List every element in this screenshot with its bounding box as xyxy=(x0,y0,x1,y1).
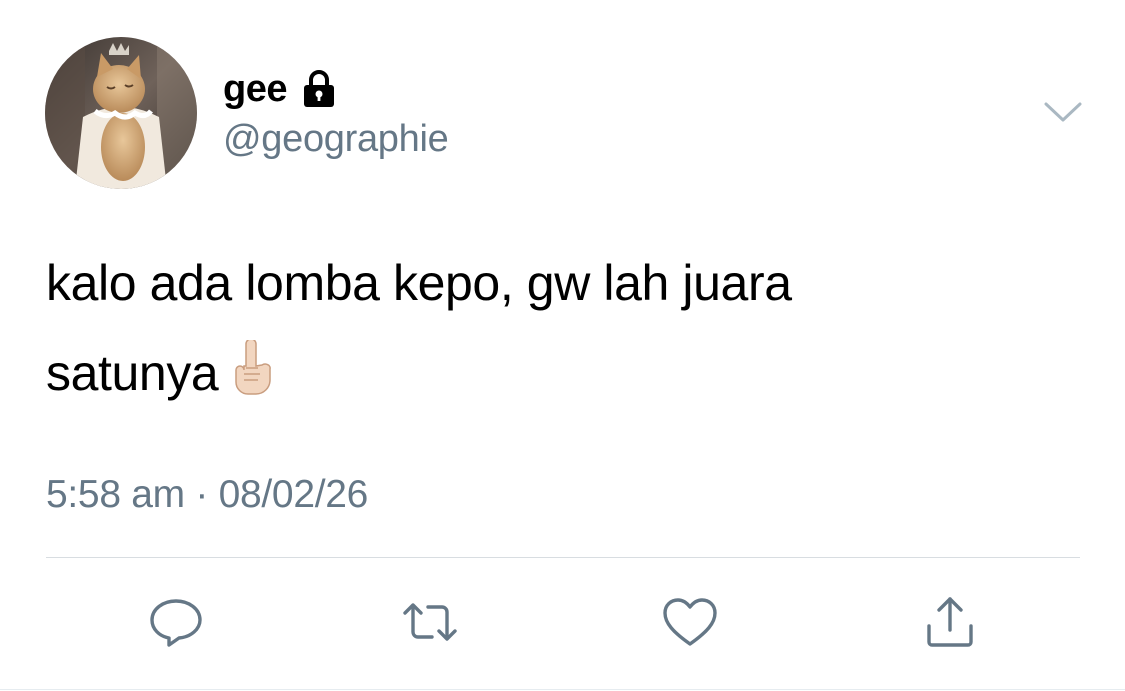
retweet-icon xyxy=(403,603,457,641)
reply-button[interactable] xyxy=(146,592,206,652)
lock-icon xyxy=(299,69,339,109)
divider xyxy=(46,557,1080,558)
tweet-date[interactable]: 08/02/26 xyxy=(219,473,369,516)
bottom-divider xyxy=(0,689,1125,690)
chevron-down-icon[interactable] xyxy=(1040,96,1086,126)
cat-avatar-image xyxy=(45,37,197,189)
meta-separator: · xyxy=(195,473,209,516)
tweet-text-line-1: kalo ada lomba kepo, gw lah juara xyxy=(46,255,792,311)
avatar[interactable] xyxy=(45,37,197,189)
tweet-text-line-2: satunya xyxy=(46,328,1066,418)
tweet-meta: 5:58 am · 08/02/26 xyxy=(46,473,368,517)
retweet-button[interactable] xyxy=(400,592,460,652)
tweet-text: kalo ada lomba kepo, gw lah juara satuny… xyxy=(46,238,1066,418)
author-name-row: gee xyxy=(223,66,339,112)
pointing-up-emoji-icon xyxy=(228,334,278,395)
tweet-text-line-2-text: satunya xyxy=(46,345,219,401)
share-icon xyxy=(927,597,973,647)
like-icon xyxy=(663,598,717,646)
like-button[interactable] xyxy=(660,592,720,652)
display-name[interactable]: gee xyxy=(223,68,287,111)
author-handle[interactable]: @geographie xyxy=(223,118,449,161)
reply-icon xyxy=(150,599,202,647)
tweet-time[interactable]: 5:58 am xyxy=(46,473,185,516)
share-button[interactable] xyxy=(920,592,980,652)
